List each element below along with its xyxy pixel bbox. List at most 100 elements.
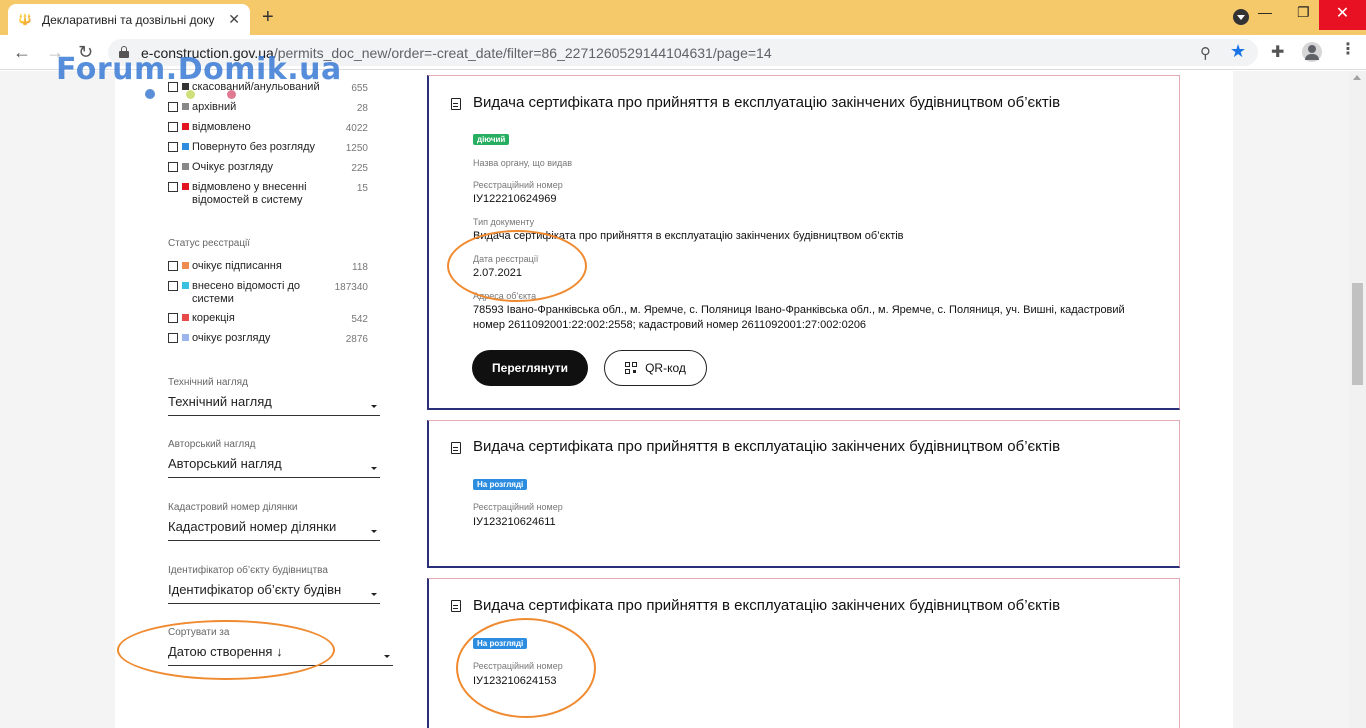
document-icon xyxy=(451,98,461,110)
new-tab-icon[interactable]: + xyxy=(262,7,274,27)
filter-count: 1250 xyxy=(345,143,368,154)
select-label: Авторський нагляд xyxy=(168,439,256,450)
scroll-up-arrow-icon[interactable] xyxy=(1353,75,1361,80)
reg-number-label: Реєстраційний номер xyxy=(473,180,563,190)
trident-favicon-icon: 🔱 xyxy=(18,14,32,26)
select-value: Технічний нагляд xyxy=(168,394,272,409)
cadastral-number-filter: Кадастровий номер ділянки Кадастровий но… xyxy=(168,502,380,541)
caret-down-icon xyxy=(384,655,390,658)
author-supervision-select[interactable]: Авторський нагляд xyxy=(168,456,380,478)
reg-number-label: Реєстраційний номер xyxy=(473,502,563,512)
back-arrow-icon[interactable]: ← xyxy=(13,42,31,62)
status-color-dot xyxy=(182,183,189,190)
reg-number-value: ІУ123210624153 xyxy=(473,675,557,687)
checkbox[interactable] xyxy=(168,142,178,152)
browser-tab-bar: 🔱 Декларативні та дозвільні доку ✕ + — ❐… xyxy=(0,0,1366,35)
filter-label: архівний xyxy=(192,101,237,113)
filter-reg-awaiting-signature[interactable]: очікує підписання 118 xyxy=(168,260,368,273)
card-title[interactable]: Видача сертифіката про прийняття в експл… xyxy=(473,597,1060,614)
qr-code-button[interactable]: QR-код xyxy=(604,350,707,386)
tab-close-icon[interactable]: ✕ xyxy=(228,12,240,26)
tab-search-icon[interactable] xyxy=(1233,9,1249,25)
checkbox[interactable] xyxy=(168,122,178,132)
filter-reg-entered[interactable]: внесено відомості до системи 187340 xyxy=(168,280,368,306)
forum-watermark: Forum.Domik.ua xyxy=(56,52,342,87)
filter-label: Очікує розгляду xyxy=(192,161,274,173)
watermark-dot xyxy=(227,90,236,99)
filter-count: 4022 xyxy=(345,123,368,134)
qr-button-label: QR-код xyxy=(645,361,686,375)
maximize-icon[interactable]: ❐ xyxy=(1297,4,1310,21)
filter-label: очікує розгляду xyxy=(192,332,271,344)
scroll-thumb[interactable] xyxy=(1352,283,1363,385)
checkbox[interactable] xyxy=(168,182,178,192)
caret-down-icon xyxy=(371,467,377,470)
checkbox[interactable] xyxy=(168,162,178,172)
filter-count: 225 xyxy=(351,163,368,174)
sort-filter: Сортувати за Датою створення ↓ xyxy=(168,627,393,666)
sort-select[interactable]: Датою створення ↓ xyxy=(168,644,393,666)
select-label: Технічний нагляд xyxy=(168,377,248,388)
watermark-dot xyxy=(186,90,195,99)
select-value: Датою створення ↓ xyxy=(168,644,283,659)
filter-label: Повернуто без розгляду xyxy=(192,141,316,153)
filter-status-refused[interactable]: відмовлено 4022 xyxy=(168,121,368,134)
filter-count: 118 xyxy=(352,262,368,273)
card-title[interactable]: Видача сертифіката про прийняття в експл… xyxy=(473,438,1060,455)
technical-supervision-select[interactable]: Технічний нагляд xyxy=(168,394,380,416)
filter-status-refused-entry[interactable]: відмовлено у внесенні відомостей в систе… xyxy=(168,181,368,207)
zoom-icon[interactable]: ⚲ xyxy=(1200,44,1211,62)
select-value: Кадастровий номер ділянки xyxy=(168,519,337,534)
filter-status-pending[interactable]: Очікує розгляду 225 xyxy=(168,161,368,174)
browser-tab[interactable]: 🔱 Декларативні та дозвільні доку ✕ xyxy=(8,4,250,35)
view-button[interactable]: Переглянути xyxy=(472,350,588,386)
checkbox[interactable] xyxy=(168,261,178,271)
minimize-icon[interactable]: — xyxy=(1258,4,1272,20)
reg-number-value: ІУ123210624611 xyxy=(473,516,556,528)
status-badge: діючий xyxy=(473,134,510,145)
status-color-dot xyxy=(182,282,189,289)
kebab-menu-icon[interactable]: ⋮ xyxy=(1340,42,1356,58)
status-color-dot xyxy=(182,262,189,269)
doc-type-label: Тип документу xyxy=(473,217,535,227)
filter-label: очікує підписання xyxy=(192,260,282,272)
reg-date-label: Дата реєстрації xyxy=(473,254,539,264)
tab-title: Декларативні та дозвільні доку xyxy=(42,12,215,27)
bookmark-star-icon[interactable]: ★ xyxy=(1230,41,1246,62)
extensions-puzzle-icon[interactable]: ✚ xyxy=(1271,42,1284,62)
status-color-dot xyxy=(182,314,189,321)
reg-number-value: ІУ122210624969 xyxy=(473,193,557,205)
author-supervision-filter: Авторський нагляд Авторський нагляд xyxy=(168,439,380,478)
construction-object-id-select[interactable]: Ідентифікатор об’єкту будівн xyxy=(168,582,380,604)
filter-count: 28 xyxy=(356,103,368,114)
vertical-scrollbar[interactable] xyxy=(1349,71,1366,728)
caret-down-icon xyxy=(371,530,377,533)
filter-status-returned[interactable]: Повернуто без розгляду 1250 xyxy=(168,141,368,154)
caret-down-icon xyxy=(371,405,377,408)
checkbox[interactable] xyxy=(168,281,178,291)
profile-avatar-icon[interactable] xyxy=(1302,42,1322,62)
checkbox[interactable] xyxy=(168,102,178,112)
checkbox[interactable] xyxy=(168,313,178,323)
window-close-icon[interactable]: ✕ xyxy=(1319,0,1366,30)
watermark-dot xyxy=(145,89,155,99)
filter-reg-correction[interactable]: корекція 542 xyxy=(168,312,368,325)
doc-type-value: Видача сертифіката про прийняття в експл… xyxy=(473,230,904,242)
select-label: Сортувати за xyxy=(168,627,230,638)
status-color-dot xyxy=(182,163,189,170)
document-icon xyxy=(451,600,461,612)
select-label: Ідентифікатор об’єкту будівництва xyxy=(168,565,328,576)
registration-status-heading: Статус реєстрації xyxy=(168,238,251,249)
filter-status-archived[interactable]: архівний 28 xyxy=(168,101,368,114)
permit-card: Видача сертифіката про прийняття в експл… xyxy=(427,75,1180,410)
cadastral-number-select[interactable]: Кадастровий номер ділянки xyxy=(168,519,380,541)
authority-label: Назва органу, що видав xyxy=(473,158,573,168)
technical-supervision-filter: Технічний нагляд Технічний нагляд xyxy=(168,377,380,416)
status-color-dot xyxy=(182,143,189,150)
card-title[interactable]: Видача сертифіката про прийняття в експл… xyxy=(473,94,1060,111)
checkbox[interactable] xyxy=(168,333,178,343)
select-value: Ідентифікатор об’єкту будівн xyxy=(168,582,342,597)
filter-reg-pending[interactable]: очікує розгляду 2876 xyxy=(168,332,368,345)
filter-count: 655 xyxy=(351,83,368,94)
construction-object-id-filter: Ідентифікатор об’єкту будівництва Іденти… xyxy=(168,565,380,604)
